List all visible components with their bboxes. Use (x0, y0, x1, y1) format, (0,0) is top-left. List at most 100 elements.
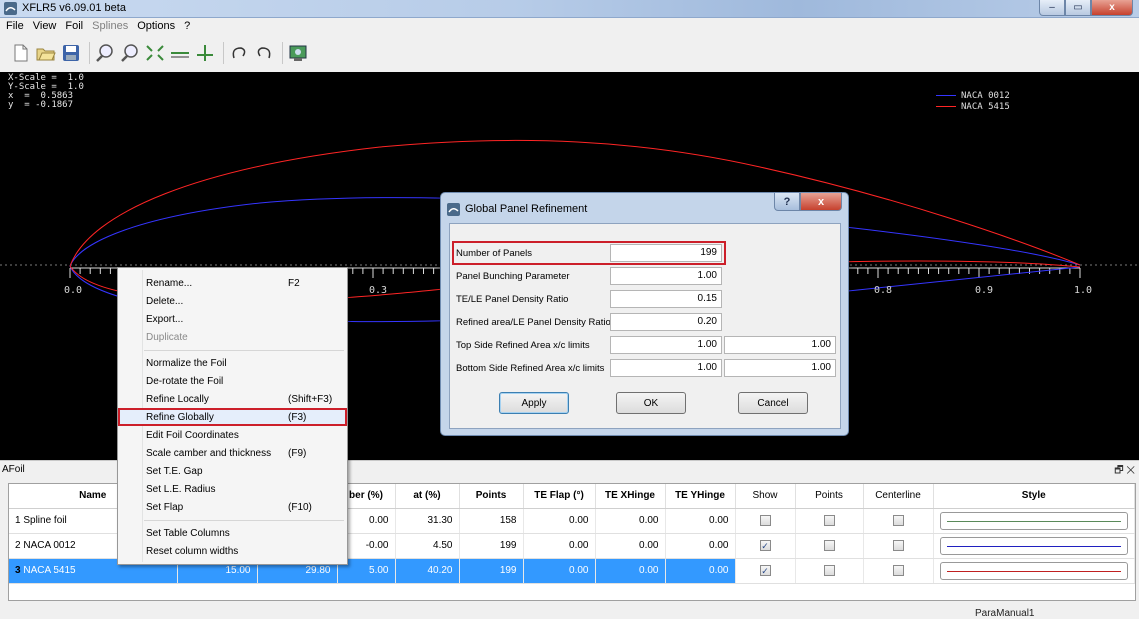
te-yhinge-cell[interactable]: 0.00 (665, 533, 736, 559)
show-checkbox[interactable]: ✓ (759, 564, 771, 576)
bottom-side-limit-min-input[interactable]: 1.00 (610, 359, 722, 377)
col-header-camber-pos[interactable]: at (%) (395, 484, 460, 509)
points-cell[interactable]: 199 (459, 533, 524, 559)
undo-icon[interactable] (228, 42, 250, 64)
menu-item-edit-coordinates[interactable]: Edit Foil Coordinates (118, 426, 347, 444)
te-flap-cell[interactable]: 0.00 (523, 558, 596, 584)
points-checkbox[interactable] (823, 564, 835, 576)
menu-item-set-flap[interactable]: Set Flap (F10) (118, 498, 347, 516)
te-xhinge-cell[interactable]: 0.00 (595, 558, 666, 584)
col-header-style[interactable]: Style (933, 484, 1135, 509)
legend-swatch (936, 106, 956, 107)
reset-y-scale-icon[interactable] (194, 42, 216, 64)
style-cell (933, 558, 1135, 584)
ok-button[interactable]: OK (616, 392, 686, 414)
apply-button[interactable]: Apply (499, 392, 569, 414)
new-file-icon[interactable] (10, 42, 32, 64)
menu-item-refine-globally[interactable]: Refine Globally (F3) (118, 408, 347, 426)
menu-item-rename[interactable]: Rename... F2 (118, 274, 347, 292)
menu-item-normalize[interactable]: Normalize the Foil (118, 354, 347, 372)
dock-float-close-buttons[interactable]: 🗗 ✕ (1114, 463, 1135, 480)
dialog-close-button[interactable]: x (800, 193, 842, 211)
menu-item-set-columns[interactable]: Set Table Columns (118, 524, 347, 542)
reset-scale-icon[interactable] (144, 42, 166, 64)
zoom-in-icon[interactable] (94, 42, 116, 64)
centerline-checkbox[interactable] (892, 564, 904, 576)
points-cell[interactable]: 199 (459, 558, 524, 584)
save-icon[interactable] (60, 42, 82, 64)
points-checkbox[interactable] (823, 539, 835, 551)
top-side-limits-label: Top Side Refined Area x/c limits (456, 339, 590, 351)
menu-item-label: Set Table Columns (146, 527, 230, 539)
menu-item-derotate[interactable]: De-rotate the Foil (118, 372, 347, 390)
line-style-button[interactable] (939, 536, 1128, 555)
redo-icon[interactable] (253, 42, 275, 64)
te-flap-cell[interactable]: 0.00 (523, 508, 596, 534)
menu-item-set-le-radius[interactable]: Set L.E. Radius (118, 480, 347, 498)
minimize-button[interactable]: ‒ (1039, 0, 1065, 16)
menu-view[interactable]: View (33, 20, 57, 32)
menu-file[interactable]: File (6, 20, 24, 32)
dialog-title-bar: Global Panel Refinement (447, 199, 587, 219)
centerline-cell (863, 508, 934, 534)
col-header-te-yhinge[interactable]: TE YHinge (665, 484, 736, 509)
bottom-side-limit-max-input[interactable]: 1.00 (724, 359, 836, 377)
col-header-centerline[interactable]: Centerline (863, 484, 934, 509)
te-flap-cell[interactable]: 0.00 (523, 533, 596, 559)
store-picture-icon[interactable] (287, 42, 309, 64)
centerline-cell (863, 558, 934, 584)
legend-item: NACA 0012 (936, 90, 1010, 101)
help-button[interactable]: ? (774, 193, 800, 211)
centerline-checkbox[interactable] (892, 539, 904, 551)
menu-foil[interactable]: Foil (65, 20, 83, 32)
te-xhinge-cell[interactable]: 0.00 (595, 508, 666, 534)
menu-help[interactable]: ? (184, 20, 190, 32)
open-folder-icon[interactable] (35, 42, 57, 64)
line-style-sample (946, 570, 1121, 572)
maximize-button[interactable]: ▭ (1065, 0, 1091, 16)
te-le-density-label: TE/LE Panel Density Ratio (456, 293, 569, 305)
panel-bunching-input[interactable]: 1.00 (610, 267, 722, 285)
col-header-points[interactable]: Points (459, 484, 524, 509)
tick-label: 0.8 (874, 285, 893, 296)
menu-item-scale-camber[interactable]: Scale camber and thickness (F9) (118, 444, 347, 462)
menu-item-label: Set L.E. Radius (146, 483, 216, 495)
top-side-limit-min-input[interactable]: 1.00 (610, 336, 722, 354)
points-cell[interactable]: 158 (459, 508, 524, 534)
camber-pos-cell[interactable]: 4.50 (395, 533, 460, 559)
menu-item-shortcut: (F10) (288, 501, 312, 513)
cancel-button[interactable]: Cancel (738, 392, 808, 414)
menu-item-reset-widths[interactable]: Reset column widths (118, 542, 347, 560)
zoom-out-icon[interactable] (119, 42, 141, 64)
centerline-checkbox[interactable] (892, 514, 904, 526)
menu-item-set-te-gap[interactable]: Set T.E. Gap (118, 462, 347, 480)
toolbar-separator (89, 42, 90, 64)
refined-area-density-input[interactable]: 0.20 (610, 313, 722, 331)
top-side-limit-max-input[interactable]: 1.00 (724, 336, 836, 354)
menu-item-export[interactable]: Export... (118, 310, 347, 328)
menu-item-refine-locally[interactable]: Refine Locally (Shift+F3) (118, 390, 347, 408)
legend-label: NACA 0012 (961, 90, 1010, 101)
line-style-button[interactable] (939, 511, 1128, 530)
menu-item-delete[interactable]: Delete... (118, 292, 347, 310)
camber-pos-cell[interactable]: 40.20 (395, 558, 460, 584)
reset-x-scale-icon[interactable] (169, 42, 191, 64)
col-header-te-xhinge[interactable]: TE XHinge (595, 484, 666, 509)
col-header-te-flap[interactable]: TE Flap (°) (523, 484, 596, 509)
line-style-button[interactable] (939, 561, 1128, 580)
te-yhinge-cell[interactable]: 0.00 (665, 508, 736, 534)
show-checkbox[interactable]: ✓ (759, 539, 771, 551)
col-header-show-points[interactable]: Points (795, 484, 864, 509)
col-header-show[interactable]: Show (735, 484, 796, 509)
camber-pos-cell[interactable]: 31.30 (395, 508, 460, 534)
close-button[interactable]: x (1091, 0, 1133, 16)
te-xhinge-cell[interactable]: 0.00 (595, 533, 666, 559)
line-style-sample (946, 545, 1121, 547)
title-bar: XFLR5 v6.09.01 beta ‒ ▭ x (0, 0, 1139, 18)
points-checkbox[interactable] (823, 514, 835, 526)
te-yhinge-cell[interactable]: 0.00 (665, 558, 736, 584)
menu-splines[interactable]: Splines (92, 20, 128, 32)
te-le-density-input[interactable]: 0.15 (610, 290, 722, 308)
menu-options[interactable]: Options (137, 20, 175, 32)
show-checkbox[interactable] (759, 514, 771, 526)
